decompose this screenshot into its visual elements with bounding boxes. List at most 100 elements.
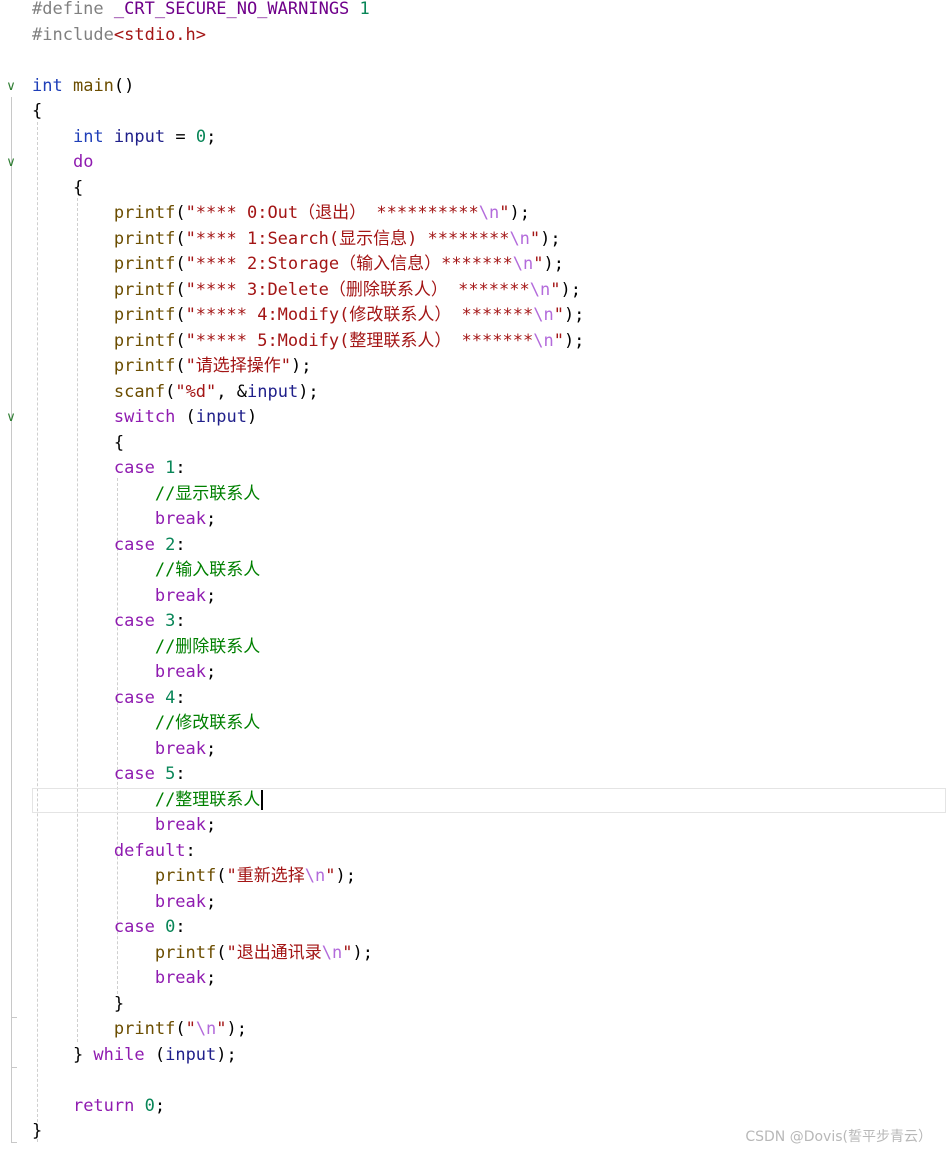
code-line[interactable]: //输入联系人	[0, 558, 946, 583]
code-token: );	[563, 305, 585, 325]
code-editor[interactable]: #define _CRT_SECURE_NO_WARNINGS 1 #includ…	[0, 0, 946, 1150]
code-token: , &	[216, 381, 247, 402]
code-line[interactable]: case 4:	[0, 686, 946, 711]
code-line[interactable]: case 3:	[0, 609, 946, 634]
code-token: \n	[512, 254, 534, 274]
code-line[interactable]: printf("重新选择\n");	[0, 864, 946, 889]
code-line[interactable]: break;	[0, 584, 946, 609]
code-token: (	[175, 330, 186, 351]
code-line[interactable]: printf("**** 2:Storage（输入信息）*******\n");	[0, 252, 946, 277]
code-token: 0	[165, 917, 176, 937]
code-line[interactable]: break;	[0, 737, 946, 762]
code-line[interactable]: ∨ int main()	[0, 74, 946, 99]
code-line-text: printf("**** 1:Search(显示信息) ********\n")…	[32, 227, 561, 252]
code-token: );	[335, 866, 356, 886]
code-line[interactable]: default:	[0, 839, 946, 864]
code-token: break	[154, 738, 207, 759]
code-line[interactable]: {	[0, 431, 946, 456]
code-line[interactable]: printf("**** 3:Delete（删除联系人） *******\n")…	[0, 278, 946, 303]
code-line[interactable]: int input = 0;	[0, 125, 946, 150]
code-token: ;	[206, 126, 217, 147]
code-line[interactable]: scanf("%d", &input);	[0, 380, 946, 405]
code-token: }	[32, 1121, 43, 1141]
code-token: printf	[113, 228, 176, 249]
code-token: \n	[509, 228, 530, 249]
code-line-text: printf("\n");	[32, 1017, 247, 1042]
code-token: \n	[195, 1019, 217, 1039]
code-token: main	[72, 75, 114, 96]
code-line[interactable]: printf("**** 1:Search(显示信息) ********\n")…	[0, 227, 946, 252]
code-line[interactable]: printf("**** 0:Out（退出） **********\n");	[0, 201, 946, 226]
code-line[interactable]: //删除联系人	[0, 635, 946, 660]
code-line[interactable]: case 2:	[0, 533, 946, 558]
code-line[interactable]: case 1:	[0, 456, 946, 481]
code-line[interactable]: {	[0, 99, 946, 124]
code-line-text: printf("请选择操作");	[32, 354, 312, 379]
code-line-text: case 3:	[32, 609, 186, 634]
code-line[interactable]: case 5:	[0, 762, 946, 787]
code-line-text: break;	[32, 584, 216, 609]
code-line-current[interactable]: //整理联系人	[32, 787, 946, 813]
code-line[interactable]: printf("***** 4:Modify(修改联系人） *******\n"…	[0, 303, 946, 328]
code-line[interactable]: //修改联系人	[0, 711, 946, 736]
code-line[interactable]: break;	[0, 966, 946, 991]
code-token: (	[144, 1044, 166, 1065]
code-line-text: //显示联系人	[32, 482, 260, 507]
code-line[interactable]: printf("\n");	[0, 1017, 946, 1042]
code-line[interactable]: printf("请选择操作");	[0, 354, 946, 379]
code-token: (	[175, 254, 186, 274]
code-token: printf	[113, 330, 176, 351]
chevron-down-icon[interactable]: ∨	[4, 74, 18, 99]
code-token: {	[32, 101, 43, 121]
code-token: "	[533, 254, 544, 274]
code-token: );	[291, 356, 312, 376]
code-line[interactable]	[0, 48, 946, 73]
code-token: 2	[165, 534, 176, 555]
code-token: (	[216, 866, 227, 886]
chevron-down-icon[interactable]: ∨	[4, 405, 18, 430]
code-line[interactable]: {	[0, 176, 946, 201]
text-cursor	[261, 789, 264, 810]
code-token: 5	[165, 764, 176, 784]
chevron-down-icon[interactable]: ∨	[4, 150, 18, 175]
code-line[interactable]: #define _CRT_SECURE_NO_WARNINGS 1	[0, 0, 946, 22]
code-line[interactable]: }	[0, 992, 946, 1017]
code-token: 0	[144, 1095, 155, 1116]
code-token: ;	[206, 662, 217, 682]
code-token: printf	[113, 1019, 176, 1039]
code-line[interactable]: break;	[0, 660, 946, 685]
code-token: printf	[113, 254, 176, 274]
code-line[interactable]: ∨ do	[0, 150, 946, 175]
code-token: \n	[533, 305, 554, 325]
code-line[interactable]: ∨ switch (input)	[0, 405, 946, 430]
code-line[interactable]	[0, 1068, 946, 1093]
code-token: printf	[154, 866, 217, 886]
code-line-text: printf("***** 4:Modify(修改联系人） *******\n"…	[32, 303, 585, 328]
code-line-text: break;	[32, 890, 216, 915]
code-line[interactable]: printf("***** 5:Modify(整理联系人） *******\n"…	[0, 329, 946, 354]
code-token: #include	[32, 24, 114, 45]
code-line[interactable]: //显示联系人	[0, 482, 946, 507]
code-line[interactable]: break;	[0, 507, 946, 532]
code-token: "	[550, 279, 561, 300]
code-line[interactable]: return 0;	[0, 1094, 946, 1119]
code-token: ;	[206, 738, 217, 759]
code-line[interactable]: #include<stdio.h>	[0, 23, 946, 48]
code-line[interactable]: break;	[0, 813, 946, 838]
code-line[interactable]: case 0:	[0, 915, 946, 940]
code-line[interactable]: break;	[0, 890, 946, 915]
code-line-text: int input = 0;	[32, 125, 216, 150]
code-line-text: }	[32, 1119, 42, 1144]
code-line[interactable]: } while (input);	[0, 1043, 946, 1068]
code-line[interactable]: printf("退出通讯录\n");	[0, 941, 946, 966]
code-token: (	[175, 407, 196, 427]
